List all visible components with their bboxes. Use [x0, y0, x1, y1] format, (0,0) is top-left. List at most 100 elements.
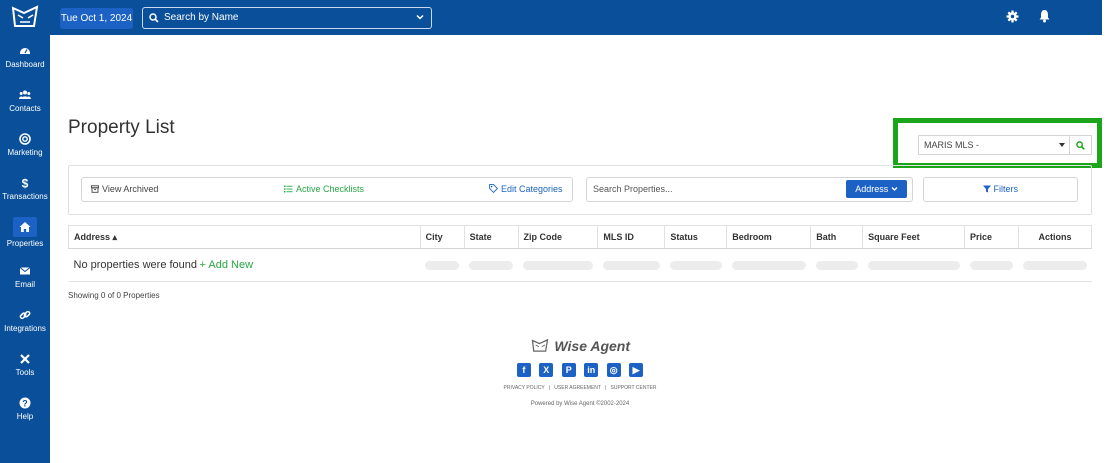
svg-text:$: $: [22, 177, 29, 189]
sidebar-item-label: Integrations: [4, 324, 46, 333]
edit-categories-label: Edit Categories: [501, 184, 563, 194]
active-checklists-button[interactable]: Active Checklists: [284, 184, 364, 194]
placeholder-cell: [862, 248, 965, 282]
sidebar-item-label: Marketing: [7, 148, 43, 157]
home-icon: [19, 222, 31, 232]
linkedin-icon[interactable]: in: [584, 363, 599, 377]
address-dropdown-button[interactable]: Address: [846, 180, 907, 198]
dashboard-icon: [20, 48, 30, 54]
sidebar-item-help[interactable]: ? Help: [0, 397, 50, 421]
powered-by-text: Powered by Wise Agent ©2002-2024: [530, 401, 630, 407]
loading-placeholder: [867, 260, 960, 270]
date-button[interactable]: Tue Oct 1, 2024: [60, 8, 133, 29]
sidebar-item-label: Contacts: [9, 104, 41, 113]
placeholder-cell: [518, 248, 598, 282]
page-title: Property List: [68, 117, 175, 138]
property-table: Address ▴ City State Zip Code MLS ID Sta…: [68, 225, 1093, 282]
bell-icon[interactable]: [1038, 9, 1051, 23]
instagram-icon[interactable]: ◎: [606, 363, 621, 377]
svg-text:?: ?: [22, 398, 28, 408]
sidebar-item-label: Email: [14, 280, 35, 289]
loading-placeholder: [731, 260, 806, 270]
column-header-bath[interactable]: Bath: [810, 225, 864, 249]
x-icon[interactable]: X: [539, 363, 554, 377]
table-row: No properties were found + Add New: [68, 248, 1092, 282]
edit-categories-button[interactable]: Edit Categories: [489, 184, 563, 194]
mls-selector-highlight: MARIS MLS -: [893, 118, 1102, 168]
chevron-down-icon: [891, 187, 898, 191]
placeholder-cell: [420, 248, 465, 282]
sidebar-item-label: Help: [16, 412, 34, 421]
name-search-placeholder: Search by Name: [164, 12, 239, 23]
sidebar-item-properties[interactable]: Properties: [0, 217, 50, 248]
column-header-status[interactable]: Status: [664, 225, 728, 249]
chevron-down-icon: [416, 14, 424, 20]
user-agreement-link[interactable]: USER AGREEMENT: [554, 385, 601, 391]
sidebar-item-email[interactable]: Email: [0, 265, 50, 289]
loading-placeholder: [969, 260, 1014, 270]
view-archived-button[interactable]: View Archived: [91, 184, 158, 194]
pagination-status: Showing 0 of 0 Properties: [68, 291, 160, 300]
column-header-city[interactable]: City: [419, 225, 465, 249]
column-header-zip-code[interactable]: Zip Code: [517, 225, 599, 249]
sidebar-item-label: Tools: [15, 368, 35, 377]
sidebar-item-transactions[interactable]: $ Transactions: [0, 177, 50, 201]
toolbar-pill-group: View Archived Active Checklists Edit Cat…: [81, 177, 573, 202]
column-header-square-feet[interactable]: Square Feet: [862, 225, 966, 249]
sidebar-item-integrations[interactable]: Integrations: [0, 309, 50, 333]
search-properties-placeholder: Search Properties...: [593, 184, 673, 194]
mls-search-button[interactable]: [1070, 135, 1092, 155]
sidebar-item-tools[interactable]: Tools: [0, 353, 50, 377]
sidebar-item-label: Transactions: [2, 192, 48, 201]
add-new-link[interactable]: + Add New: [200, 259, 254, 271]
archive-icon: [91, 185, 99, 193]
caret-down-icon: [1059, 143, 1065, 147]
facebook-icon[interactable]: f: [516, 363, 531, 377]
name-search-select[interactable]: Search by Name: [142, 7, 432, 29]
list-icon: [284, 185, 293, 193]
placeholder-cell: [664, 248, 727, 282]
loading-placeholder: [523, 260, 593, 270]
search-icon: [149, 13, 159, 23]
column-header-mls-id[interactable]: MLS ID: [597, 225, 666, 249]
footer-links: PRIVACY POLICY | USER AGREEMENT | SUPPOR…: [420, 385, 740, 391]
column-header-price[interactable]: Price: [964, 225, 1019, 249]
column-header-state[interactable]: State: [463, 225, 519, 249]
contacts-icon: [19, 90, 31, 99]
column-header-address[interactable]: Address ▴: [68, 225, 421, 249]
filters-button[interactable]: Filters: [923, 177, 1078, 202]
view-archived-label: View Archived: [102, 184, 159, 194]
sidebar-item-contacts[interactable]: Contacts: [0, 89, 50, 113]
marketing-icon: [19, 133, 31, 145]
loading-placeholder: [425, 260, 460, 270]
table-header-row: Address ▴ City State Zip Code MLS ID Sta…: [68, 225, 1093, 249]
mls-selected-value: MARIS MLS -: [924, 140, 980, 150]
address-button-label: Address: [855, 184, 889, 194]
placeholder-cell: [726, 248, 811, 282]
privacy-policy-link[interactable]: PRIVACY POLICY: [504, 385, 545, 391]
placeholder-cell: [597, 248, 665, 282]
loading-placeholder: [1023, 260, 1087, 270]
search-icon: [1076, 141, 1085, 150]
placeholder-cell: [810, 248, 863, 282]
active-checklists-label: Active Checklists: [296, 184, 365, 194]
tools-icon: [20, 354, 30, 364]
sidebar-item-label: Properties: [6, 239, 44, 248]
wise-agent-logo-icon[interactable]: [10, 4, 40, 30]
support-center-link[interactable]: SUPPORT CENTER: [611, 385, 657, 391]
loading-placeholder: [815, 260, 858, 270]
mls-select[interactable]: MARIS MLS -: [918, 135, 1070, 155]
gear-icon[interactable]: [1006, 10, 1019, 23]
sidebar-item-dashboard[interactable]: Dashboard: [0, 45, 50, 69]
link-separator: |: [602, 385, 610, 391]
sidebar-item-marketing[interactable]: Marketing: [0, 133, 50, 157]
column-header-actions: Actions: [1017, 225, 1093, 249]
sidebar: Dashboard Contacts Marketing $ Transacti…: [0, 35, 50, 463]
placeholder-cell: [1018, 248, 1092, 282]
youtube-icon[interactable]: ▶: [629, 363, 644, 377]
placeholder-cell: [964, 248, 1019, 282]
pinterest-icon[interactable]: P: [561, 363, 576, 377]
placeholder-cell: [464, 248, 519, 282]
column-header-bedroom[interactable]: Bedroom: [726, 225, 812, 249]
footer-brand: Wise Agent: [420, 338, 740, 356]
